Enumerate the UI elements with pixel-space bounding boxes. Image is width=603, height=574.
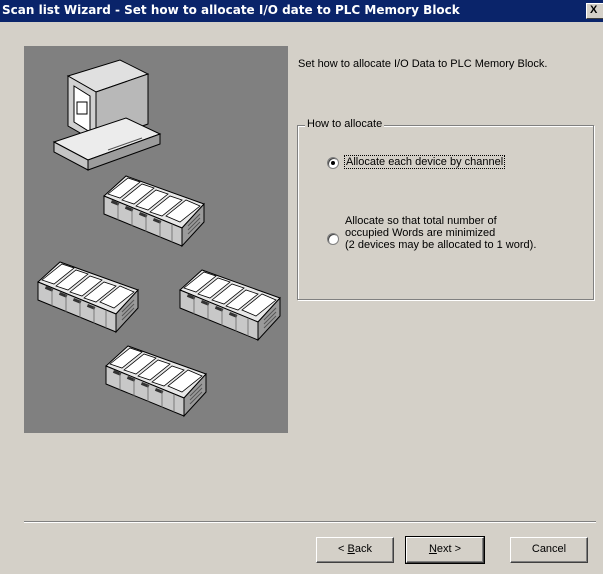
cancel-button[interactable]: Cancel <box>510 537 588 563</box>
back-rest: ack <box>354 543 372 555</box>
computer-icon <box>52 59 162 171</box>
allocate-groupbox <box>297 125 594 300</box>
allocate-by-channel-label[interactable]: Allocate each device by channel <box>343 155 506 169</box>
window-title: Scan list Wizard - Set how to allocate I… <box>2 3 460 17</box>
close-icon: X <box>590 4 598 16</box>
allocate-minimize-words-label[interactable]: Allocate so that total number of occupie… <box>345 215 536 251</box>
separator-highlight <box>24 522 596 523</box>
network-illustration <box>37 59 281 417</box>
instruction-text: Set how to allocate I/O Data to PLC Memo… <box>298 58 548 70</box>
back-accel: B <box>347 543 355 555</box>
plc-unit-icon <box>105 345 207 417</box>
plc-unit-icon <box>103 175 205 247</box>
back-prefix: < <box>338 543 348 555</box>
allocate-minimize-words-radio[interactable] <box>327 233 339 245</box>
plc-unit-icon <box>179 269 281 341</box>
next-rest: ext > <box>436 543 462 555</box>
close-button[interactable]: X <box>586 3 603 19</box>
radio-selected-dot <box>331 161 335 165</box>
wizard-window: Scan list Wizard - Set how to allocate I… <box>0 0 603 574</box>
allocate-by-channel-radio[interactable] <box>327 157 339 169</box>
back-button[interactable]: < Back <box>316 537 394 563</box>
plc-unit-icon <box>37 261 139 333</box>
title-bar[interactable]: Scan list Wizard - Set how to allocate I… <box>0 0 603 22</box>
next-button[interactable]: Next > <box>405 536 485 564</box>
next-accel: N <box>428 543 437 555</box>
option2-line-1: Allocate so that total number of <box>345 215 497 227</box>
groupbox-legend: How to allocate <box>305 118 385 130</box>
option2-line-2: occupied Words are minimized <box>345 227 496 239</box>
option2-line-3: (2 devices may be allocated to 1 word). <box>345 239 537 251</box>
illustration-panel <box>24 46 288 433</box>
